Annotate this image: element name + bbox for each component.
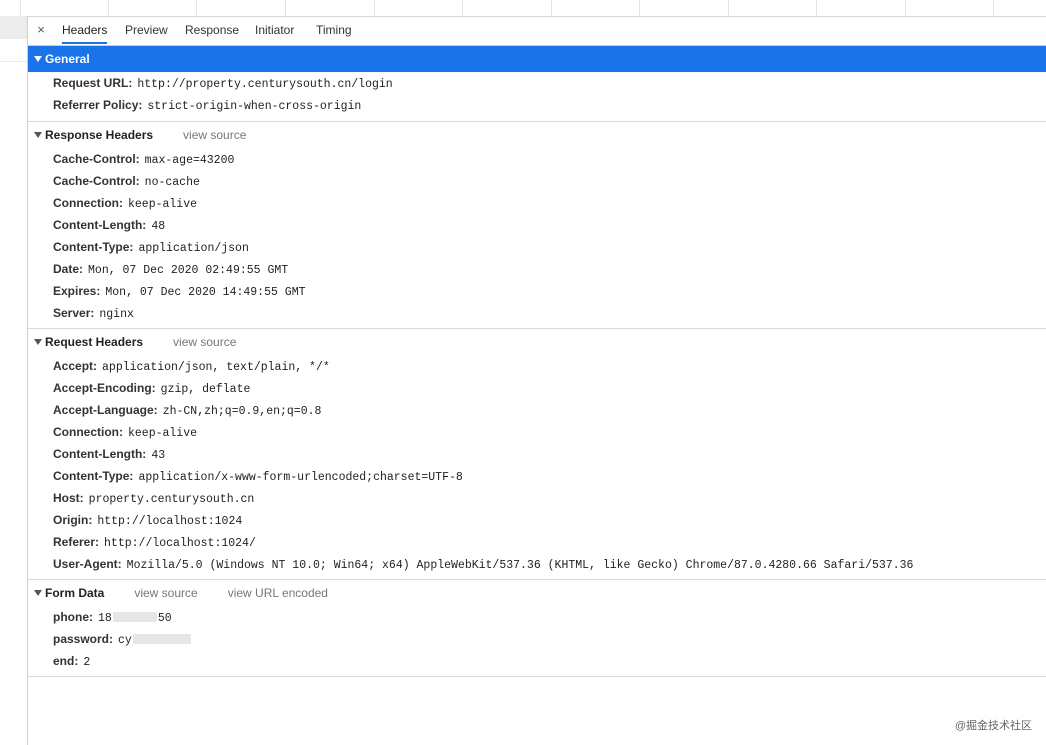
section-title: Response Headers [45, 128, 154, 142]
triangle-down-icon [34, 590, 42, 596]
redacted-mask [112, 612, 157, 622]
redacted-mask [132, 634, 191, 644]
triangle-down-icon [34, 339, 42, 345]
section-title: Form Data [45, 586, 105, 600]
request-list-pane[interactable] [0, 16, 28, 745]
response-header-rows: Cache-Control: max-age=43200 Cache-Contro… [28, 148, 1046, 324]
header-row: Cache-Control: max-age=43200 [53, 152, 235, 167]
network-table-header-strip [0, 0, 1046, 17]
header-row: Date: Mon, 07 Dec 2020 02:49:55 GMT [53, 262, 289, 277]
header-row: Accept: application/json, text/plain, */* [53, 359, 330, 374]
general-rows: Request URL: http://property.centurysouth… [28, 72, 1046, 116]
headers-panel: × Headers Preview Response Initiator Tim… [28, 17, 1046, 745]
header-row: Cache-Control: no-cache [53, 174, 200, 189]
section-request-headers-header[interactable]: Request Headers view source [28, 329, 1046, 355]
header-row: Server: nginx [53, 306, 134, 321]
request-row[interactable] [0, 39, 27, 62]
tab-preview[interactable]: Preview [125, 17, 168, 44]
tab-initiator[interactable]: Initiator [255, 17, 294, 44]
header-row: Connection: keep-alive [53, 196, 198, 211]
view-url-encoded-link[interactable]: view URL encoded [228, 586, 328, 600]
view-source-link[interactable]: view source [183, 128, 246, 142]
tab-timing[interactable]: Timing [316, 17, 352, 44]
header-row: Content-Length: 48 [53, 218, 166, 233]
close-icon[interactable]: × [34, 22, 48, 38]
detail-tabbar: × Headers Preview Response Initiator Tim… [28, 17, 1046, 46]
request-row[interactable] [0, 16, 27, 39]
watermark: @掘金技术社区 [954, 720, 1032, 732]
view-source-link[interactable]: view source [134, 586, 197, 600]
tab-headers[interactable]: Headers [62, 17, 108, 44]
section-title: Request Headers [45, 335, 144, 349]
header-row: Accept-Encoding: gzip, deflate [53, 381, 251, 396]
request-header-rows: Accept: application/json, text/plain, */*… [28, 355, 1046, 575]
tab-response[interactable]: Response [185, 17, 239, 44]
header-row: Origin: http://localhost:1024 [53, 513, 243, 528]
header-row: User-Agent: Mozilla/5.0 (Windows NT 10.0;… [53, 557, 914, 572]
header-row: Content-Type: application/x-www-form-urle… [53, 469, 463, 484]
header-row: Referer: http://localhost:1024/ [53, 535, 256, 550]
section-form-data-header[interactable]: Form Data view source view URL encoded [28, 580, 1046, 606]
section-response-headers-header[interactable]: Response Headers view source [28, 122, 1046, 148]
header-row: Connection: keep-alive [53, 425, 198, 440]
header-row: Request URL: http://property.centurysouth… [53, 76, 393, 91]
form-row-password: password: cy [28, 628, 1046, 650]
header-row: Host: property.centurysouth.cn [53, 491, 255, 506]
header-row: Content-Length: 43 [53, 447, 166, 462]
form-row-end: end: 2 [53, 654, 91, 669]
triangle-down-icon [34, 56, 42, 62]
triangle-down-icon [34, 132, 42, 138]
form-data-rows: phone: 18 50 password: cy end: 2 [28, 606, 1046, 672]
section-title: General [45, 52, 90, 66]
view-source-link[interactable]: view source [173, 335, 236, 349]
section-general-header[interactable]: General [28, 46, 1046, 72]
header-row: Accept-Language: zh-CN,zh;q=0.9,en;q=0.8 [53, 403, 322, 418]
header-row: Expires: Mon, 07 Dec 2020 14:49:55 GMT [53, 284, 306, 299]
form-row-phone: phone: 18 50 [53, 610, 172, 625]
header-row: Referrer Policy: strict-origin-when-cross… [53, 98, 362, 113]
header-row: Content-Type: application/json [53, 240, 249, 255]
